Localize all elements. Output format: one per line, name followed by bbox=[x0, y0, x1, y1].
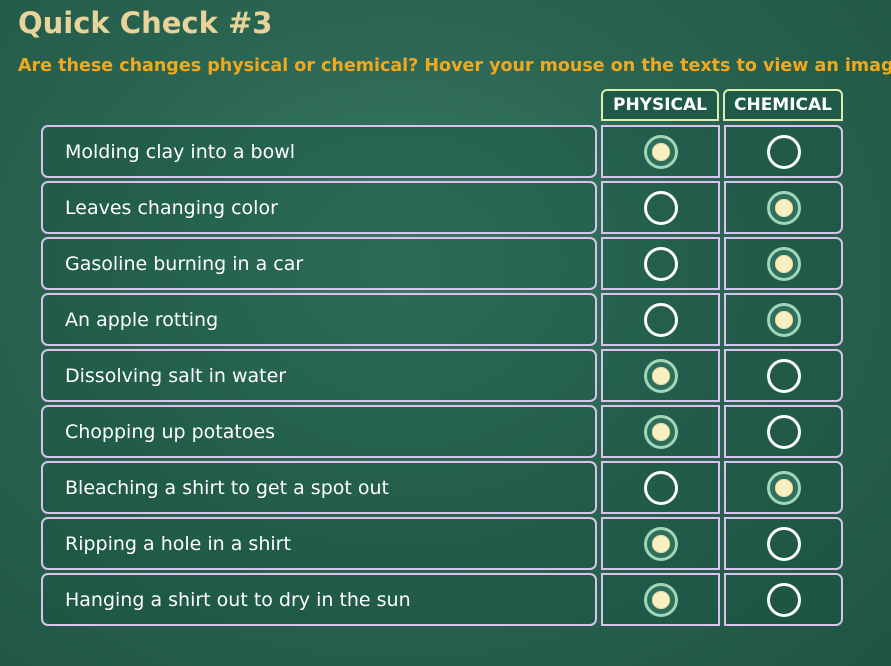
question-label[interactable]: Hanging a shirt out to dry in the sun bbox=[41, 573, 597, 626]
answer-cell-chemical[interactable] bbox=[724, 125, 843, 178]
answer-cell-physical[interactable] bbox=[601, 405, 720, 458]
answer-cell-chemical[interactable] bbox=[724, 349, 843, 402]
radio-chemical[interactable] bbox=[766, 526, 801, 561]
radio-chemical[interactable] bbox=[766, 470, 801, 505]
answer-cell-physical[interactable] bbox=[601, 181, 720, 234]
answer-cell-physical[interactable] bbox=[601, 293, 720, 346]
question-row: Hanging a shirt out to dry in the sun bbox=[41, 573, 843, 626]
question-label[interactable]: Dissolving salt in water bbox=[41, 349, 597, 402]
question-label[interactable]: Bleaching a shirt to get a spot out bbox=[41, 461, 597, 514]
question-row: An apple rotting bbox=[41, 293, 843, 346]
question-row: Molding clay into a bowl bbox=[41, 125, 843, 178]
radio-physical[interactable] bbox=[643, 582, 678, 617]
answer-cell-chemical[interactable] bbox=[724, 405, 843, 458]
question-label[interactable]: Leaves changing color bbox=[41, 181, 597, 234]
answer-cell-chemical[interactable] bbox=[724, 237, 843, 290]
radio-chemical[interactable] bbox=[766, 358, 801, 393]
radio-chemical[interactable] bbox=[766, 134, 801, 169]
question-row: Chopping up potatoes bbox=[41, 405, 843, 458]
radio-physical[interactable] bbox=[643, 302, 678, 337]
column-header-chemical: CHEMICAL bbox=[723, 89, 843, 121]
question-label[interactable]: Molding clay into a bowl bbox=[41, 125, 597, 178]
radio-chemical[interactable] bbox=[766, 302, 801, 337]
radio-physical[interactable] bbox=[643, 358, 678, 393]
question-label[interactable]: Chopping up potatoes bbox=[41, 405, 597, 458]
answer-cell-chemical[interactable] bbox=[724, 517, 843, 570]
answer-cell-physical[interactable] bbox=[601, 517, 720, 570]
question-label[interactable]: An apple rotting bbox=[41, 293, 597, 346]
radio-physical[interactable] bbox=[643, 134, 678, 169]
radio-physical[interactable] bbox=[643, 246, 678, 281]
question-label[interactable]: Gasoline burning in a car bbox=[41, 237, 597, 290]
answer-cell-physical[interactable] bbox=[601, 125, 720, 178]
answer-cell-chemical[interactable] bbox=[724, 461, 843, 514]
question-row: Bleaching a shirt to get a spot out bbox=[41, 461, 843, 514]
radio-chemical[interactable] bbox=[766, 582, 801, 617]
radio-physical[interactable] bbox=[643, 470, 678, 505]
radio-chemical[interactable] bbox=[766, 414, 801, 449]
question-row: Gasoline burning in a car bbox=[41, 237, 843, 290]
column-header-physical: PHYSICAL bbox=[601, 89, 719, 121]
question-row: Dissolving salt in water bbox=[41, 349, 843, 402]
question-row: Leaves changing color bbox=[41, 181, 843, 234]
radio-physical[interactable] bbox=[643, 414, 678, 449]
answer-cell-physical[interactable] bbox=[601, 573, 720, 626]
question-label[interactable]: Ripping a hole in a shirt bbox=[41, 517, 597, 570]
page-title: Quick Check #3 bbox=[18, 6, 273, 40]
instructions-text: Are these changes physical or chemical? … bbox=[18, 56, 891, 76]
answer-cell-physical[interactable] bbox=[601, 349, 720, 402]
radio-chemical[interactable] bbox=[766, 246, 801, 281]
radio-physical[interactable] bbox=[643, 190, 678, 225]
answer-cell-physical[interactable] bbox=[601, 237, 720, 290]
answer-cell-chemical[interactable] bbox=[724, 573, 843, 626]
radio-physical[interactable] bbox=[643, 526, 678, 561]
answer-cell-chemical[interactable] bbox=[724, 293, 843, 346]
answer-cell-physical[interactable] bbox=[601, 461, 720, 514]
answer-cell-chemical[interactable] bbox=[724, 181, 843, 234]
question-row: Ripping a hole in a shirt bbox=[41, 517, 843, 570]
radio-chemical[interactable] bbox=[766, 190, 801, 225]
